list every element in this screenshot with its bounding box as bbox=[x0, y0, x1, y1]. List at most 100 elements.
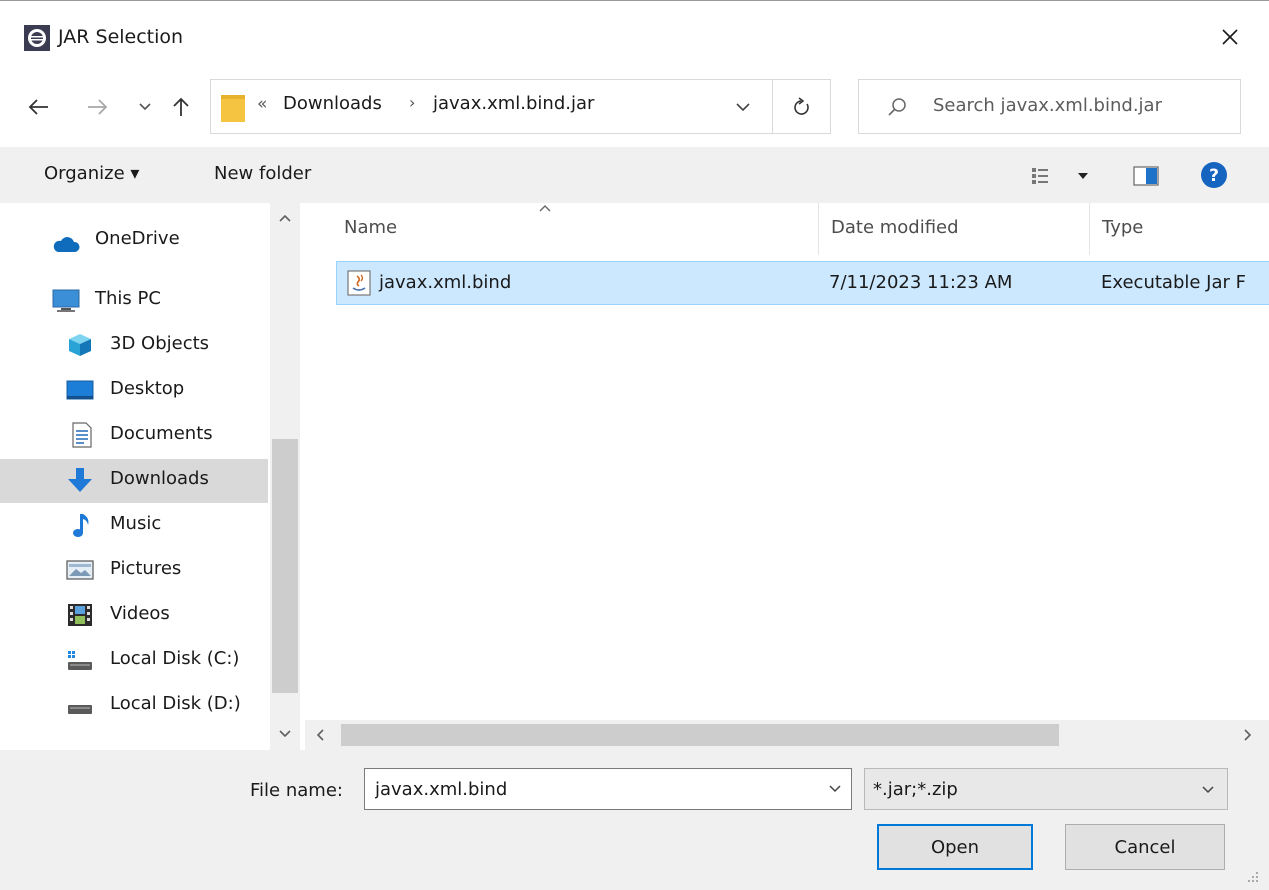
cancel-button[interactable]: Cancel bbox=[1065, 824, 1225, 870]
computer-icon bbox=[52, 289, 80, 312]
view-list-icon bbox=[1032, 168, 1088, 184]
drive-icon bbox=[68, 705, 92, 714]
file-selection-panel: File name: *.jar;*.zip Open Cancel bbox=[0, 750, 1269, 890]
filelist-horizontal-scrollbar[interactable] bbox=[305, 720, 1269, 750]
organize-button[interactable]: Organize ▾ bbox=[44, 163, 139, 184]
title-bar: JAR Selection bbox=[0, 1, 1269, 75]
column-name-label: Name bbox=[344, 217, 398, 238]
file-name-dropdown-icon[interactable] bbox=[826, 780, 844, 798]
recent-locations-button[interactable] bbox=[134, 87, 156, 127]
close-button[interactable] bbox=[1210, 17, 1250, 57]
sidebar-item-pictures[interactable]: Pictures bbox=[0, 549, 268, 593]
file-type-cell: Executable Jar F bbox=[1101, 272, 1246, 293]
search-box[interactable]: Search javax.xml.bind.jar bbox=[858, 79, 1241, 134]
sidebar-label: Local Disk (C:) bbox=[110, 648, 240, 669]
sidebar-label: Desktop bbox=[110, 378, 185, 399]
column-date-label: Date modified bbox=[831, 217, 959, 238]
scroll-right-icon[interactable] bbox=[1243, 728, 1253, 742]
sidebar-label: Music bbox=[110, 513, 162, 534]
crumb-current-folder[interactable]: javax.xml.bind.jar bbox=[433, 93, 594, 114]
new-folder-button[interactable]: New folder bbox=[214, 163, 311, 184]
sidebar-item-desktop[interactable]: Desktop bbox=[0, 369, 268, 413]
sidebar-item-documents[interactable]: Documents bbox=[0, 414, 268, 458]
music-note-icon bbox=[73, 514, 89, 537]
sidebar-label: Downloads bbox=[110, 468, 209, 489]
scroll-up-icon[interactable] bbox=[278, 213, 292, 223]
address-overflow[interactable]: « bbox=[257, 94, 267, 114]
sidebar-item-music[interactable]: Music bbox=[0, 504, 268, 548]
desktop-icon bbox=[66, 380, 94, 400]
preview-pane-button[interactable] bbox=[1133, 165, 1159, 192]
up-button[interactable] bbox=[164, 87, 198, 127]
sidebar-scrollbar[interactable] bbox=[270, 203, 300, 750]
address-dropdown-icon[interactable] bbox=[733, 97, 753, 117]
table-row[interactable]: javax.xml.bind 7/11/2023 11:23 AM Execut… bbox=[336, 261, 1269, 305]
sidebar-label: 3D Objects bbox=[110, 333, 210, 354]
scroll-down-icon[interactable] bbox=[278, 729, 292, 739]
file-date-cell: 7/11/2023 11:23 AM bbox=[829, 272, 1013, 293]
file-name-label: File name: bbox=[250, 780, 343, 801]
jar-selection-dialog: JAR Selection « Downloads › javax.xml.bi… bbox=[0, 0, 1269, 890]
sidebar-label: Pictures bbox=[110, 558, 182, 579]
search-icon bbox=[888, 98, 906, 116]
horizontal-scroll-thumb[interactable] bbox=[341, 724, 1059, 746]
chevron-down-icon bbox=[139, 103, 151, 111]
film-icon bbox=[68, 604, 92, 626]
sidebar-item-videos[interactable]: Videos bbox=[0, 594, 268, 638]
picture-icon bbox=[66, 560, 94, 580]
sidebar-scroll-thumb[interactable] bbox=[272, 439, 298, 693]
arrow-left-icon bbox=[28, 99, 48, 115]
refresh-button[interactable] bbox=[773, 79, 831, 134]
back-button[interactable] bbox=[22, 87, 56, 127]
jar-file-icon bbox=[347, 270, 371, 296]
file-type-value: *.jar;*.zip bbox=[873, 779, 958, 800]
chevron-down-icon bbox=[1202, 786, 1214, 794]
arrow-right-icon bbox=[88, 99, 108, 115]
arrow-up-icon bbox=[173, 97, 189, 116]
resize-grip-icon[interactable] bbox=[1238, 866, 1262, 890]
crumb-downloads[interactable]: Downloads bbox=[283, 93, 382, 114]
column-header-date[interactable]: Date modified bbox=[819, 203, 1089, 255]
folder-icon bbox=[221, 95, 245, 122]
sidebar-label: Local Disk (D:) bbox=[110, 693, 241, 714]
sidebar-item-local-disk-d[interactable]: Local Disk (D:) bbox=[0, 684, 268, 728]
file-type-select[interactable]: *.jar;*.zip bbox=[864, 768, 1228, 810]
close-icon bbox=[1222, 29, 1238, 45]
address-bar[interactable]: « Downloads › javax.xml.bind.jar bbox=[210, 79, 773, 134]
sidebar-item-downloads[interactable]: Downloads bbox=[0, 459, 268, 503]
sidebar-label: OneDrive bbox=[95, 228, 180, 249]
drive-icon bbox=[68, 651, 92, 670]
crumb-separator[interactable]: › bbox=[409, 93, 415, 112]
window-title: JAR Selection bbox=[58, 26, 184, 48]
cube-icon bbox=[69, 334, 91, 356]
view-options-button[interactable] bbox=[1030, 165, 1094, 192]
refresh-icon bbox=[793, 96, 809, 115]
scroll-left-icon[interactable] bbox=[315, 728, 325, 742]
sort-ascending-icon bbox=[539, 205, 551, 212]
command-toolbar: Organize ▾ New folder ? bbox=[0, 147, 1269, 203]
sidebar-label: This PC bbox=[95, 288, 161, 309]
document-icon bbox=[72, 422, 92, 448]
file-name-input[interactable] bbox=[364, 768, 852, 810]
help-icon: ? bbox=[1201, 162, 1227, 188]
help-button[interactable]: ? bbox=[1200, 161, 1228, 194]
file-list: Name Date modified Type javax.xml.bind 7… bbox=[305, 203, 1269, 750]
cloud-icon bbox=[53, 237, 80, 252]
navigation-pane: OneDrive This PC 3D Objects Desktop Docu… bbox=[0, 203, 305, 750]
sidebar-label: Documents bbox=[110, 423, 213, 444]
eclipse-icon bbox=[24, 25, 50, 51]
column-header-name[interactable]: Name bbox=[306, 203, 818, 255]
forward-button[interactable] bbox=[80, 87, 114, 127]
open-button[interactable]: Open bbox=[877, 824, 1033, 870]
search-placeholder[interactable]: Search javax.xml.bind.jar bbox=[933, 95, 1162, 116]
sidebar-item-local-disk-c[interactable]: Local Disk (C:) bbox=[0, 639, 268, 683]
preview-pane-icon bbox=[1133, 166, 1159, 186]
sidebar-label: Videos bbox=[110, 603, 170, 624]
sidebar-item-3d-objects[interactable]: 3D Objects bbox=[0, 324, 268, 368]
column-type-label: Type bbox=[1102, 217, 1144, 238]
column-header-type[interactable]: Type bbox=[1090, 203, 1269, 255]
file-name-cell: javax.xml.bind bbox=[379, 272, 512, 293]
sidebar-item-this-pc[interactable]: This PC bbox=[0, 279, 268, 323]
sidebar-item-onedrive[interactable]: OneDrive bbox=[0, 219, 268, 263]
svg-text:?: ? bbox=[1209, 166, 1219, 186]
